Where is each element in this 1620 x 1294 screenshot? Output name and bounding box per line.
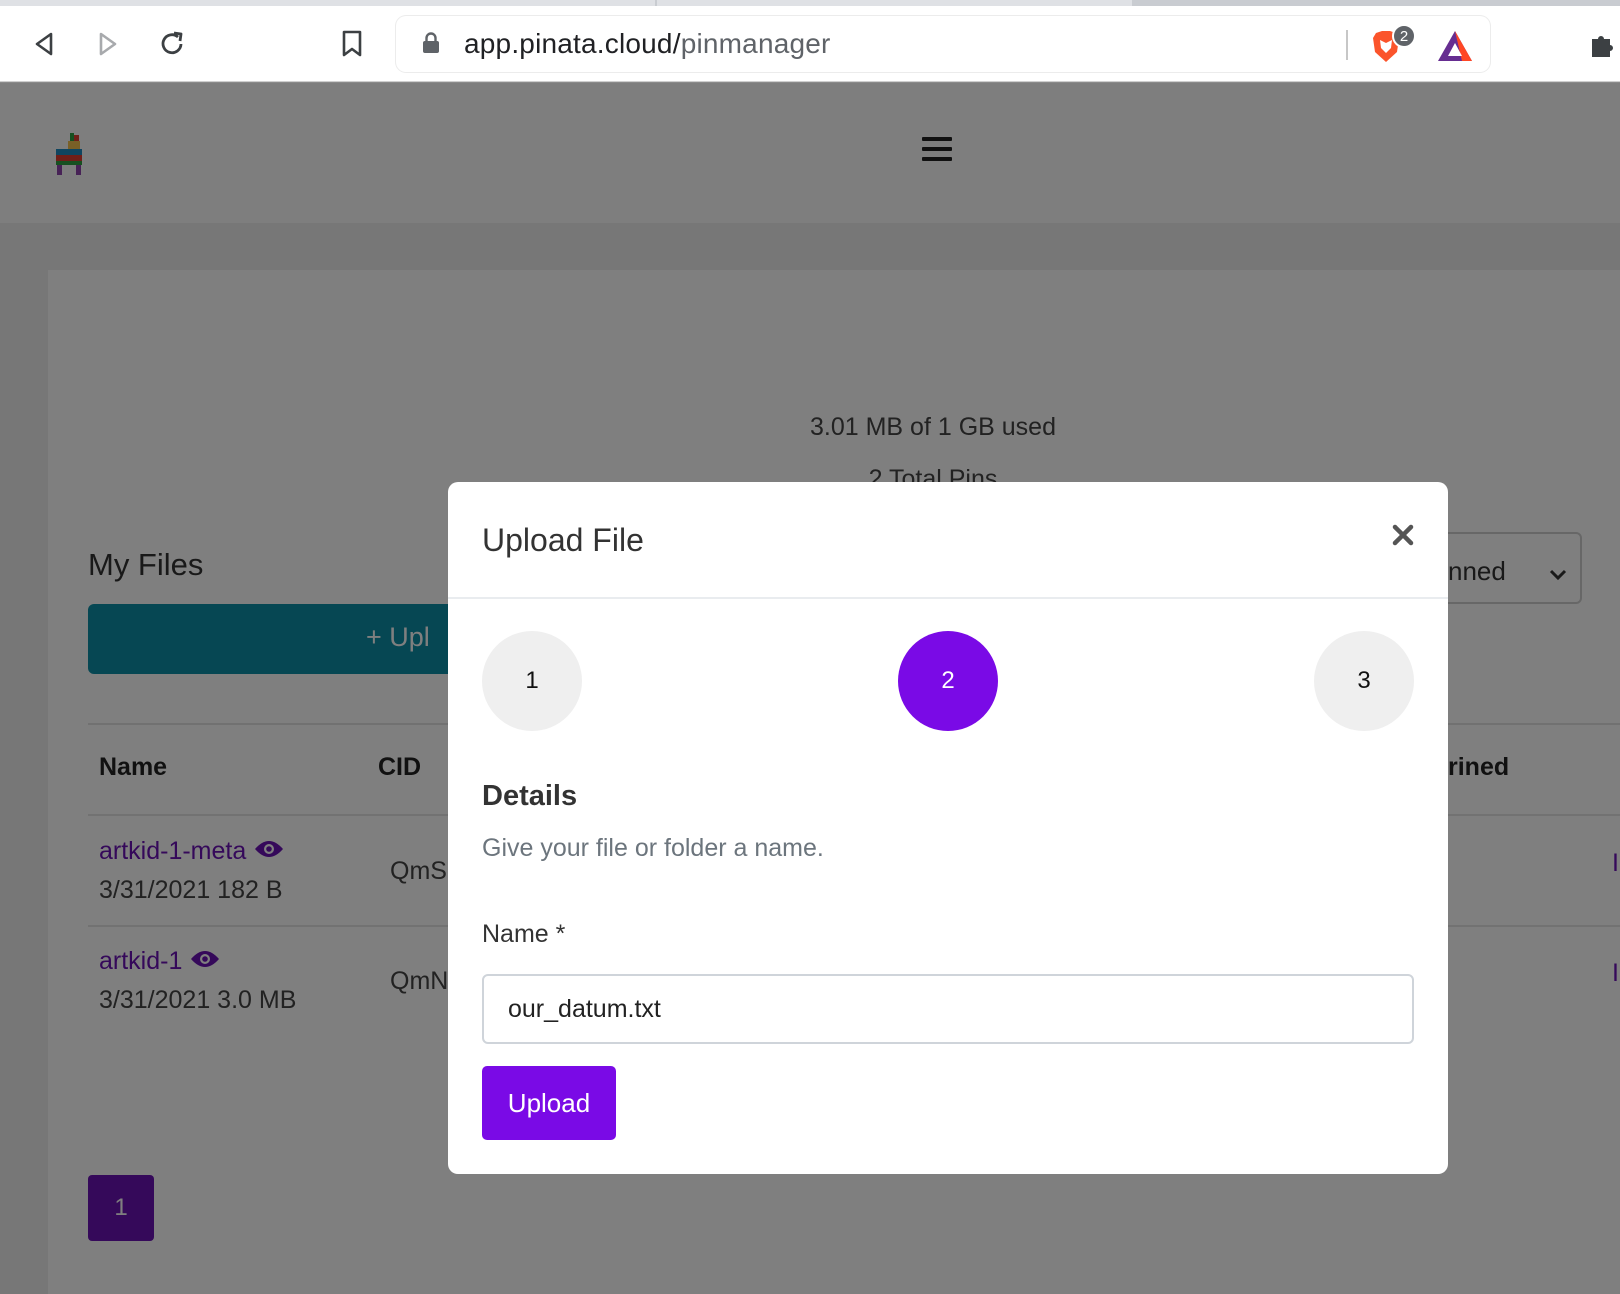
lock-icon[interactable]: [422, 32, 440, 59]
modal-title: Upload File: [482, 522, 644, 558]
step-1: 1: [482, 631, 582, 731]
browser-toolbar: app.pinata.cloud/pinmanager 2: [0, 6, 1620, 82]
upload-file-modal: Upload File 1 2 3 Details Give your file…: [448, 482, 1448, 1174]
modal-header-divider: [448, 597, 1448, 599]
upload-submit-button[interactable]: Upload: [482, 1066, 616, 1140]
reload-icon[interactable]: [156, 28, 188, 60]
address-bar[interactable]: app.pinata.cloud/pinmanager 2: [396, 16, 1490, 72]
url-divider: [1346, 30, 1348, 60]
url-text[interactable]: app.pinata.cloud/pinmanager: [464, 28, 831, 60]
name-input[interactable]: [482, 974, 1414, 1044]
bat-rewards-icon[interactable]: [1436, 28, 1474, 64]
bookmark-icon[interactable]: [336, 28, 368, 60]
details-description: Give your file or folder a name.: [482, 834, 824, 862]
step-3: 3: [1314, 631, 1414, 731]
forward-icon[interactable]: [92, 28, 124, 60]
step-2-active: 2: [898, 631, 998, 731]
brave-badge: 2: [1392, 24, 1416, 48]
extensions-icon[interactable]: [1588, 30, 1618, 65]
details-heading: Details: [482, 780, 578, 812]
close-icon[interactable]: [1388, 520, 1418, 550]
back-icon[interactable]: [28, 28, 60, 60]
name-label: Name *: [482, 920, 566, 948]
